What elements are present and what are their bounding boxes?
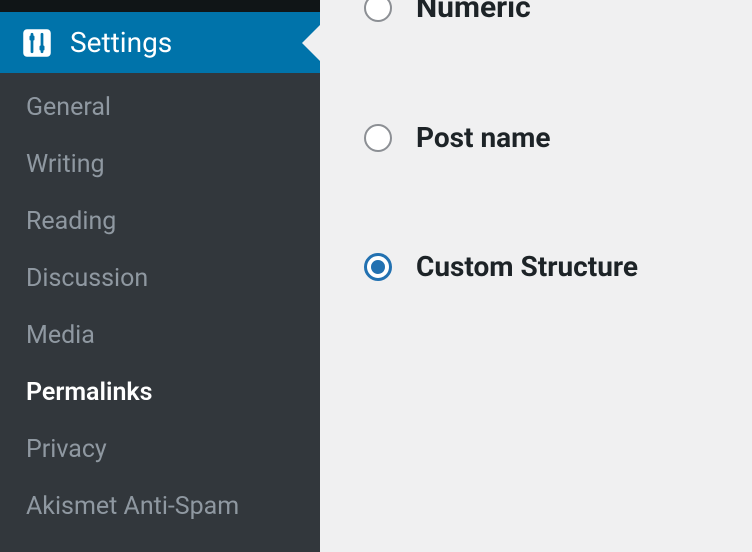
sidebar-top-bar	[0, 0, 320, 12]
submenu-item-privacy[interactable]: Privacy	[0, 421, 320, 478]
submenu-item-permalinks[interactable]: Permalinks	[0, 364, 320, 421]
permalink-option-label: Post name	[416, 121, 551, 154]
settings-sliders-icon	[22, 28, 52, 58]
submenu-item-media[interactable]: Media	[0, 307, 320, 364]
admin-sidebar: Settings General Writing Reading Discuss…	[0, 0, 320, 552]
submenu-item-writing[interactable]: Writing	[0, 136, 320, 193]
radio-dot-icon	[371, 260, 385, 274]
submenu-item-general[interactable]: General	[0, 79, 320, 136]
submenu-item-akismet[interactable]: Akismet Anti-Spam	[0, 478, 320, 535]
radio-icon	[364, 0, 392, 22]
permalink-option-numeric[interactable]: Numeric	[320, 0, 752, 25]
content-area: Numeric Post name Custom Structure	[320, 0, 752, 552]
permalink-option-post-name[interactable]: Post name	[320, 121, 752, 154]
permalink-option-custom-structure[interactable]: Custom Structure	[320, 250, 752, 283]
permalink-option-label: Custom Structure	[416, 250, 638, 283]
sidebar-settings-label: Settings	[70, 26, 172, 59]
radio-icon-selected	[364, 253, 392, 281]
submenu-item-reading[interactable]: Reading	[0, 193, 320, 250]
submenu-item-discussion[interactable]: Discussion	[0, 250, 320, 307]
radio-icon	[364, 124, 392, 152]
settings-submenu: General Writing Reading Discussion Media…	[0, 73, 320, 552]
sidebar-item-settings[interactable]: Settings	[0, 12, 320, 73]
permalink-option-label: Numeric	[416, 0, 531, 25]
